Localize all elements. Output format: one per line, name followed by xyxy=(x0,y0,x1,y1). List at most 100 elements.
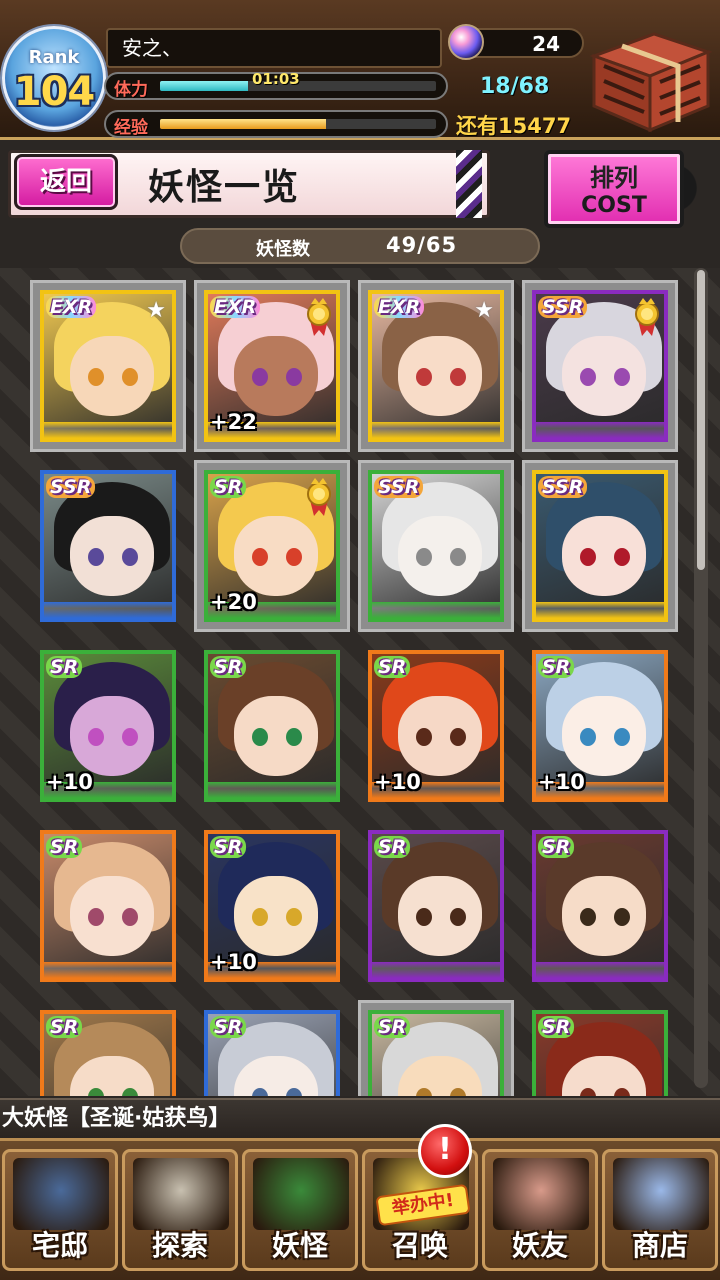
nav-monsters-button[interactable]: 妖怪 xyxy=(242,1149,358,1271)
stamina-count: 18/68 xyxy=(480,74,550,99)
monster-card[interactable]: SR +20 xyxy=(204,470,340,622)
monster-card-cell[interactable]: SR xyxy=(358,1000,514,1096)
monster-card-cell[interactable]: SR +10 xyxy=(522,640,678,812)
monster-card-cell[interactable]: EXR ★ xyxy=(358,280,514,452)
monster-card[interactable]: SSR xyxy=(532,470,668,622)
monster-card[interactable]: SSR xyxy=(368,470,504,622)
monster-card-cell[interactable]: SR xyxy=(194,640,350,812)
monster-card[interactable]: SSR xyxy=(532,290,668,442)
sort-cost-button[interactable]: 排列 COST xyxy=(544,150,684,228)
portrait-eye xyxy=(580,908,596,926)
monster-card-cell[interactable]: SR +10 xyxy=(30,640,186,812)
portrait-eye xyxy=(580,368,596,386)
portrait-eye xyxy=(252,368,268,386)
portrait-eye xyxy=(450,548,466,566)
scrollbar-thumb[interactable] xyxy=(697,270,705,570)
card-rarity-base xyxy=(208,782,336,798)
monster-card-cell[interactable]: EXR +22 xyxy=(194,280,350,452)
nav-friends-button[interactable]: 妖友 xyxy=(482,1149,598,1271)
rarity-badge: SR xyxy=(374,656,411,678)
portrait-face xyxy=(234,876,318,956)
monster-card[interactable]: SR xyxy=(40,1010,176,1096)
rank-badge[interactable]: Rank 104 xyxy=(2,26,106,130)
monster-card-cell[interactable]: SR +20 xyxy=(194,460,350,632)
nav-friends-icon xyxy=(493,1158,589,1230)
portrait-eye xyxy=(122,908,138,926)
rarity-badge: SR xyxy=(374,836,411,858)
portrait-face xyxy=(398,516,482,596)
monster-card-cell[interactable]: SR xyxy=(30,820,186,992)
monster-card-cell[interactable]: SR +10 xyxy=(194,820,350,992)
monster-card[interactable]: EXR ★ xyxy=(40,290,176,442)
monster-card-cell[interactable]: SR xyxy=(194,1000,350,1096)
nav-explore-button[interactable]: 探索 xyxy=(122,1149,238,1271)
portrait-face xyxy=(234,336,318,416)
rarity-badge: SSR xyxy=(538,476,588,498)
rank-label: Rank xyxy=(28,47,80,68)
monster-card[interactable]: SR +10 xyxy=(532,650,668,802)
stamina-bar: 体力 01:03 xyxy=(104,70,448,100)
rarity-badge: SR xyxy=(210,836,247,858)
monster-card[interactable]: EXR +22 xyxy=(204,290,340,442)
stamina-fill xyxy=(160,81,249,91)
plus-level-label: +10 xyxy=(538,770,585,794)
monster-card[interactable]: SR +10 xyxy=(40,650,176,802)
star-icon: ★ xyxy=(146,298,166,323)
monster-card[interactable]: SSR xyxy=(40,470,176,622)
monster-card[interactable]: EXR ★ xyxy=(368,290,504,442)
monster-card[interactable]: SR xyxy=(368,830,504,982)
header-stripe-decoration xyxy=(456,150,482,218)
card-rarity-base xyxy=(536,602,664,618)
nav-shop-button[interactable]: 商店 xyxy=(602,1149,718,1271)
portrait-eye xyxy=(614,548,630,566)
news-ticker[interactable]: 大妖怪【圣诞·姑获鸟】 xyxy=(0,1098,720,1138)
rarity-badge: SR xyxy=(210,656,247,678)
monster-card-cell[interactable]: SR xyxy=(358,820,514,992)
rarity-badge: SR xyxy=(538,656,575,678)
nav-mansion-button[interactable]: 宅邸 xyxy=(2,1149,118,1271)
monster-card[interactable]: SR xyxy=(532,830,668,982)
monster-card-cell[interactable]: SR xyxy=(522,1000,678,1096)
monster-card[interactable]: SR xyxy=(40,830,176,982)
monster-card-cell[interactable]: SSR xyxy=(522,460,678,632)
monster-card-cell[interactable]: SSR xyxy=(358,460,514,632)
monster-card-cell[interactable]: SSR xyxy=(522,280,678,452)
portrait-eye xyxy=(88,908,104,926)
rarity-badge: EXR xyxy=(46,296,97,318)
rarity-badge: SR xyxy=(210,1016,247,1038)
rarity-badge: SR xyxy=(374,1016,411,1038)
card-rarity-base xyxy=(44,602,172,618)
plus-level-label: +20 xyxy=(210,590,257,614)
monster-card-cell[interactable]: EXR ★ xyxy=(30,280,186,452)
portrait-face xyxy=(398,336,482,416)
monster-card-cell[interactable]: SR xyxy=(30,1000,186,1096)
monster-card[interactable]: SR +10 xyxy=(368,650,504,802)
portrait-eye xyxy=(416,908,432,926)
monster-card[interactable]: SR +10 xyxy=(204,830,340,982)
monster-card-cell[interactable]: SR xyxy=(522,820,678,992)
gem-counter[interactable]: 24 xyxy=(448,24,584,60)
monster-card-cell[interactable]: SR +10 xyxy=(358,640,514,812)
monster-card[interactable]: SR xyxy=(204,650,340,802)
monster-count-label: 妖怪数 xyxy=(256,239,310,260)
nav-monsters-icon xyxy=(253,1158,349,1230)
monster-card[interactable]: SR xyxy=(532,1010,668,1096)
monster-card[interactable]: SR xyxy=(368,1010,504,1096)
monster-grid[interactable]: EXR ★ EXR +22 EXR ★ SSR SSR SR +20 SSR SSR SR +10 SR SR… xyxy=(0,268,720,1096)
portrait-eye xyxy=(416,368,432,386)
gift-box-icon[interactable] xyxy=(584,26,714,134)
portrait-face xyxy=(70,336,154,416)
back-button[interactable]: 返回 xyxy=(14,154,118,210)
rarity-badge: SR xyxy=(538,1016,575,1038)
rarity-badge: SSR xyxy=(374,476,424,498)
portrait-eye xyxy=(450,908,466,926)
portrait-eye xyxy=(122,728,138,746)
stamina-timer: 01:03 xyxy=(252,70,300,88)
monster-count-value: 49/65 xyxy=(386,233,458,257)
monster-card[interactable]: SR xyxy=(204,1010,340,1096)
monster-card-cell[interactable]: SSR xyxy=(30,460,186,632)
rarity-badge: SSR xyxy=(46,476,96,498)
sort-label: 排列 xyxy=(590,164,638,192)
portrait-eye xyxy=(88,728,104,746)
portrait-eye xyxy=(614,368,630,386)
